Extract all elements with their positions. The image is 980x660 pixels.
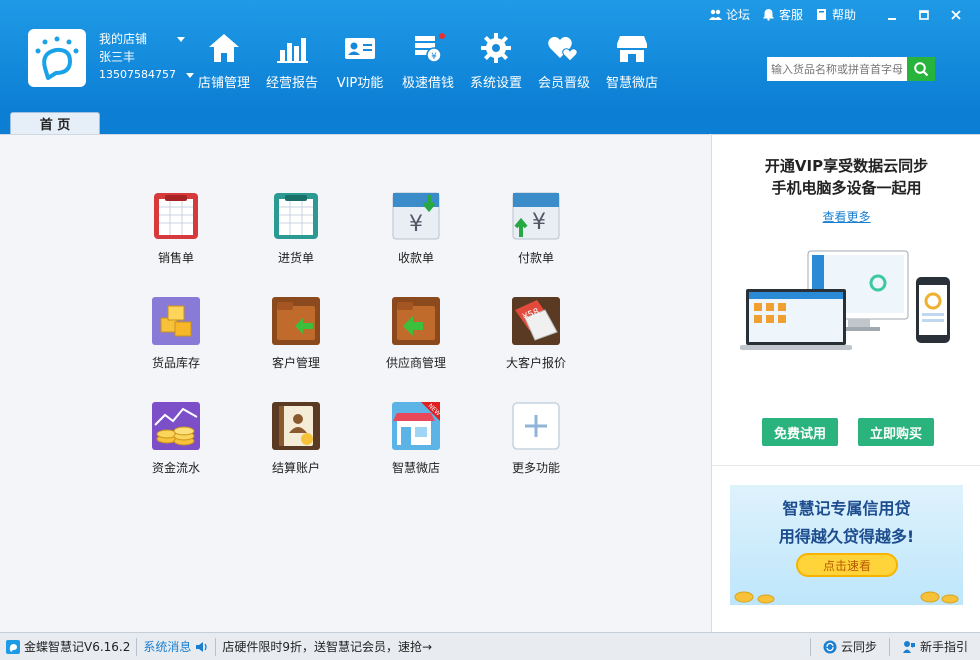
top-links: 论坛 客服 帮助 xyxy=(708,6,856,23)
search-input[interactable] xyxy=(767,57,907,81)
function-supplier-management[interactable]: 供应商管理 xyxy=(366,296,466,371)
function-sales-order[interactable]: 销售单 xyxy=(126,191,226,266)
svg-text:¥: ¥ xyxy=(532,210,546,235)
nav-quick-loan[interactable]: ¥ 极速借钱 xyxy=(394,28,462,92)
close-button[interactable] xyxy=(940,4,972,26)
svg-text:¥: ¥ xyxy=(409,212,423,237)
beginner-guide-button[interactable]: 新手指引 xyxy=(890,633,980,660)
nav-vip[interactable]: VIP功能 xyxy=(326,28,394,92)
help-link[interactable]: 帮助 xyxy=(815,6,856,23)
maximize-button[interactable] xyxy=(908,4,940,26)
function-settlement-account[interactable]: 结算账户 xyxy=(246,401,346,476)
promo-panel: 开通VIP享受数据云同步 手机电脑多设备一起用 查看更多 免费试用 立即购买 智… xyxy=(711,134,980,632)
store-account: 我的店铺 张三丰 13507584757 xyxy=(99,30,194,84)
product-search xyxy=(767,57,935,81)
money-stack-icon: ¥ xyxy=(415,33,445,63)
panel-divider xyxy=(712,465,980,466)
bell-icon xyxy=(763,9,774,21)
buy-now-button[interactable]: 立即购买 xyxy=(858,418,934,446)
phone-number: 13507584757 xyxy=(99,68,176,81)
forum-link[interactable]: 论坛 xyxy=(708,6,750,23)
function-payment[interactable]: ¥ 付款单 xyxy=(486,191,586,266)
multi-device-illustration xyxy=(740,250,950,350)
shop-home-icon xyxy=(209,34,239,62)
vip-card-icon xyxy=(345,38,375,59)
nav-micro-store[interactable]: 智慧微店 xyxy=(598,28,666,92)
receipt-icon: ¥ xyxy=(392,192,440,240)
minimize-icon xyxy=(888,18,896,20)
micro-store-icon: NEW xyxy=(392,402,441,450)
news-ticker[interactable]: 店硬件限时9折，送智慧记会员，速抢→ xyxy=(216,633,810,660)
user-name: 张三丰 xyxy=(99,50,136,64)
nav-shop-management[interactable]: 店铺管理 xyxy=(190,28,258,92)
speaker-icon xyxy=(196,641,208,652)
coins-icon xyxy=(152,402,200,450)
supplier-folder-icon xyxy=(392,297,440,345)
nav-system-settings[interactable]: 系统设置 xyxy=(462,28,530,92)
tab-bar: 首 页 xyxy=(0,112,980,134)
users-icon xyxy=(708,9,722,20)
account-selector[interactable]: 13507584757 xyxy=(99,66,194,84)
guide-icon xyxy=(902,640,915,653)
see-more-link[interactable]: 查看更多 xyxy=(712,208,980,225)
account-book-icon xyxy=(272,402,320,450)
price-tag-icon: ¥58 xyxy=(512,297,560,345)
inventory-icon xyxy=(152,297,200,345)
search-icon xyxy=(914,62,929,77)
store-selector[interactable]: 我的店铺 xyxy=(99,30,194,48)
book-icon xyxy=(816,9,826,20)
free-trial-button[interactable]: 免费试用 xyxy=(762,418,838,446)
function-more[interactable]: 更多功能 xyxy=(486,401,586,476)
svg-text:¥: ¥ xyxy=(431,52,437,62)
banner-view-button[interactable]: 点击速看 xyxy=(796,553,898,577)
main-nav: 店铺管理 经营报告 VIP功能 ¥ 极速借钱 系统设置 会员晋级 智慧微店 xyxy=(190,28,666,92)
service-link[interactable]: 客服 xyxy=(762,6,803,23)
system-message-button[interactable]: 系统消息 xyxy=(137,633,215,660)
customer-folder-icon xyxy=(272,297,320,345)
storefront-icon xyxy=(617,36,647,62)
function-purchase-order[interactable]: 进货单 xyxy=(246,191,346,266)
plus-icon xyxy=(512,402,560,450)
version-info: 金蝶智慧记V6.16.2 xyxy=(0,633,136,660)
purchase-order-icon xyxy=(274,193,318,239)
nav-business-report[interactable]: 经营报告 xyxy=(258,28,326,92)
chevron-down-icon xyxy=(177,36,186,42)
gear-icon xyxy=(481,33,511,63)
function-inventory[interactable]: 货品库存 xyxy=(126,296,226,371)
app-logo xyxy=(28,29,86,87)
search-button[interactable] xyxy=(907,57,935,81)
status-bar: 金蝶智慧记V6.16.2 系统消息 店硬件限时9折，送智慧记会员，速抢→ 云同步… xyxy=(0,632,980,660)
cloud-sync-button[interactable]: 云同步 xyxy=(811,633,889,660)
function-cash-flow[interactable]: 资金流水 xyxy=(126,401,226,476)
coins-decoration-icon xyxy=(734,591,959,604)
close-icon xyxy=(951,10,961,20)
hearts-icon xyxy=(548,36,578,62)
function-micro-store[interactable]: NEW 智慧微店 xyxy=(366,401,466,476)
function-vip-pricing[interactable]: ¥58 大客户报价 xyxy=(486,296,586,371)
tab-home[interactable]: 首 页 xyxy=(10,112,100,134)
app-mini-logo-icon xyxy=(6,639,20,654)
sales-order-icon xyxy=(154,193,198,239)
bar-chart-icon xyxy=(277,38,308,63)
store-name: 我的店铺 xyxy=(99,32,148,46)
function-receipt[interactable]: ¥ 收款单 xyxy=(366,191,466,266)
sync-icon xyxy=(823,640,837,653)
function-customer-management[interactable]: 客户管理 xyxy=(246,296,346,371)
promo-title: 开通VIP享受数据云同步 手机电脑多设备一起用 xyxy=(764,157,929,197)
function-grid: 销售单 进货单 ¥ 收款单 ¥ 付款单 货品库存 客户管理 供应商管理 ¥58 … xyxy=(0,134,710,632)
payment-icon: ¥ xyxy=(512,192,560,240)
window-controls xyxy=(876,4,972,26)
credit-loan-banner[interactable]: 智慧记专属信用贷 用得越久贷得越多! 点击速看 xyxy=(730,485,963,605)
nav-member-upgrade[interactable]: 会员晋级 xyxy=(530,28,598,92)
maximize-icon xyxy=(919,10,929,20)
minimize-button[interactable] xyxy=(876,4,908,26)
app-header: 我的店铺 张三丰 13507584757 店铺管理 经营报告 VIP功能 ¥ 极… xyxy=(0,0,980,112)
